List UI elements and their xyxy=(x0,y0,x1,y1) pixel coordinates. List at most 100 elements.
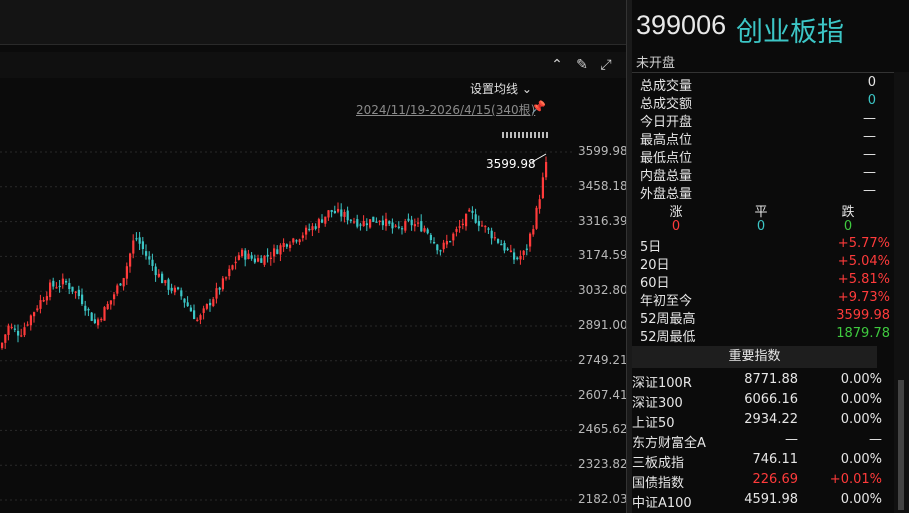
candle-body xyxy=(13,328,16,330)
breadth-value: 0 xyxy=(843,219,853,234)
candle-body xyxy=(55,287,58,289)
index-row[interactable]: 中证A100 4591.98 0.00% xyxy=(632,492,882,512)
candle-body xyxy=(484,225,487,228)
candle-body xyxy=(445,241,448,245)
candle-body xyxy=(343,212,346,217)
candle-body xyxy=(433,242,436,244)
candle-body xyxy=(289,244,292,248)
stat-value: 0 xyxy=(867,75,876,90)
brush-icon[interactable]: ✎ xyxy=(573,56,591,74)
index-name: 三板成指 xyxy=(632,456,685,471)
candle-body xyxy=(365,223,368,226)
candle-body xyxy=(353,221,356,223)
candle-body xyxy=(87,309,90,311)
collapse-icon[interactable]: ⌃ xyxy=(548,56,566,74)
candle-body xyxy=(199,315,202,320)
candle-body xyxy=(52,280,55,287)
index-row[interactable]: 深证100R 8771.88 0.00% xyxy=(632,372,882,392)
marker-tick xyxy=(506,132,508,138)
breadth-value: 0 xyxy=(756,219,766,234)
candle-body xyxy=(292,238,295,243)
marker-tick xyxy=(502,132,504,138)
index-row[interactable]: 东方财富全A — — xyxy=(632,432,882,452)
candle-body xyxy=(125,266,128,279)
candle-body xyxy=(311,226,314,231)
candle-body xyxy=(173,287,176,293)
candle-body xyxy=(349,219,352,221)
stat-value: — xyxy=(863,129,876,144)
candle-body xyxy=(7,325,10,335)
candle-body xyxy=(247,253,250,260)
candle-body xyxy=(378,220,381,222)
index-row[interactable]: 上证50 2934.22 0.00% xyxy=(632,412,882,432)
index-price: 4591.98 xyxy=(744,492,798,507)
pin-icon[interactable]: 📌 xyxy=(531,100,546,114)
index-row[interactable]: 三板成指 746.11 0.00% xyxy=(632,452,882,472)
candle-body xyxy=(436,244,439,251)
candle-body xyxy=(401,228,404,230)
index-name: 中证A100 xyxy=(632,496,692,511)
period-value: 1879.78 xyxy=(836,326,890,341)
candle-body xyxy=(391,222,394,229)
marker-tick xyxy=(546,132,548,138)
chevron-down-icon: ⌄ xyxy=(521,82,532,96)
candle-body xyxy=(61,278,64,285)
kline-chart[interactable]: 3599.98 xyxy=(0,128,575,513)
index-change: — xyxy=(869,432,882,447)
candle-body xyxy=(237,255,240,260)
indices-header: 重要指数 xyxy=(632,346,877,368)
candle-body xyxy=(285,244,288,247)
index-row[interactable]: 深证300 6066.16 0.00% xyxy=(632,392,882,412)
candle-body xyxy=(119,283,122,286)
index-row[interactable]: 国债指数 226.69 +0.01% xyxy=(632,472,882,492)
period-label: 52周最高 xyxy=(640,312,696,327)
candle-body xyxy=(465,213,468,227)
candle-body xyxy=(257,258,260,262)
candle-body xyxy=(327,210,330,218)
candle-body xyxy=(1,342,4,349)
marker-tick xyxy=(522,132,524,138)
period-label: 60日 xyxy=(640,276,670,291)
candle-body xyxy=(65,280,68,283)
stat-row: 总成交额 0 xyxy=(640,93,890,112)
candle-body xyxy=(141,241,144,250)
candle-body xyxy=(314,226,317,229)
candle-body xyxy=(362,220,365,227)
stat-label: 外盘总量 xyxy=(640,187,693,202)
fullscreen-icon[interactable]: ⤢ xyxy=(597,56,615,74)
y-tick-label: 2323.82 xyxy=(578,457,628,472)
candle-body xyxy=(241,249,244,257)
candle-body xyxy=(276,249,279,254)
scrollbar-thumb[interactable] xyxy=(898,380,904,510)
candle-body xyxy=(122,278,125,287)
marker-tick xyxy=(542,132,544,138)
candle-body xyxy=(42,299,45,302)
marker-tick xyxy=(514,132,516,138)
candle-body xyxy=(253,258,256,263)
candle-body xyxy=(97,319,100,326)
candle-body xyxy=(135,238,138,240)
stat-label: 最低点位 xyxy=(640,151,693,166)
candle-body xyxy=(308,228,311,231)
date-range-label[interactable]: 2024/11/19-2026/4/15(340根) xyxy=(356,101,535,118)
candle-body xyxy=(93,319,96,324)
candle-body xyxy=(525,248,528,250)
candle-body xyxy=(519,255,522,260)
period-row: 年初至今 +9.73% xyxy=(640,290,890,309)
y-tick-label: 3174.59 xyxy=(578,248,628,263)
set-ma-button[interactable]: 设置均线 ⌄ xyxy=(470,80,550,97)
y-tick-label: 2607.41 xyxy=(578,387,628,402)
candle-body xyxy=(266,254,269,257)
candle-body xyxy=(298,239,301,243)
candle-body xyxy=(109,300,112,305)
candle-body xyxy=(74,291,77,293)
candle-body xyxy=(17,330,20,336)
candle-body xyxy=(407,218,410,221)
candle-body xyxy=(545,161,548,178)
candle-body xyxy=(103,307,106,321)
stock-code: 399006 xyxy=(636,10,727,40)
index-name: 上证50 xyxy=(632,416,675,431)
candle-body xyxy=(375,221,378,223)
y-tick-label: 3316.39 xyxy=(578,213,628,228)
period-label: 年初至今 xyxy=(640,294,693,309)
